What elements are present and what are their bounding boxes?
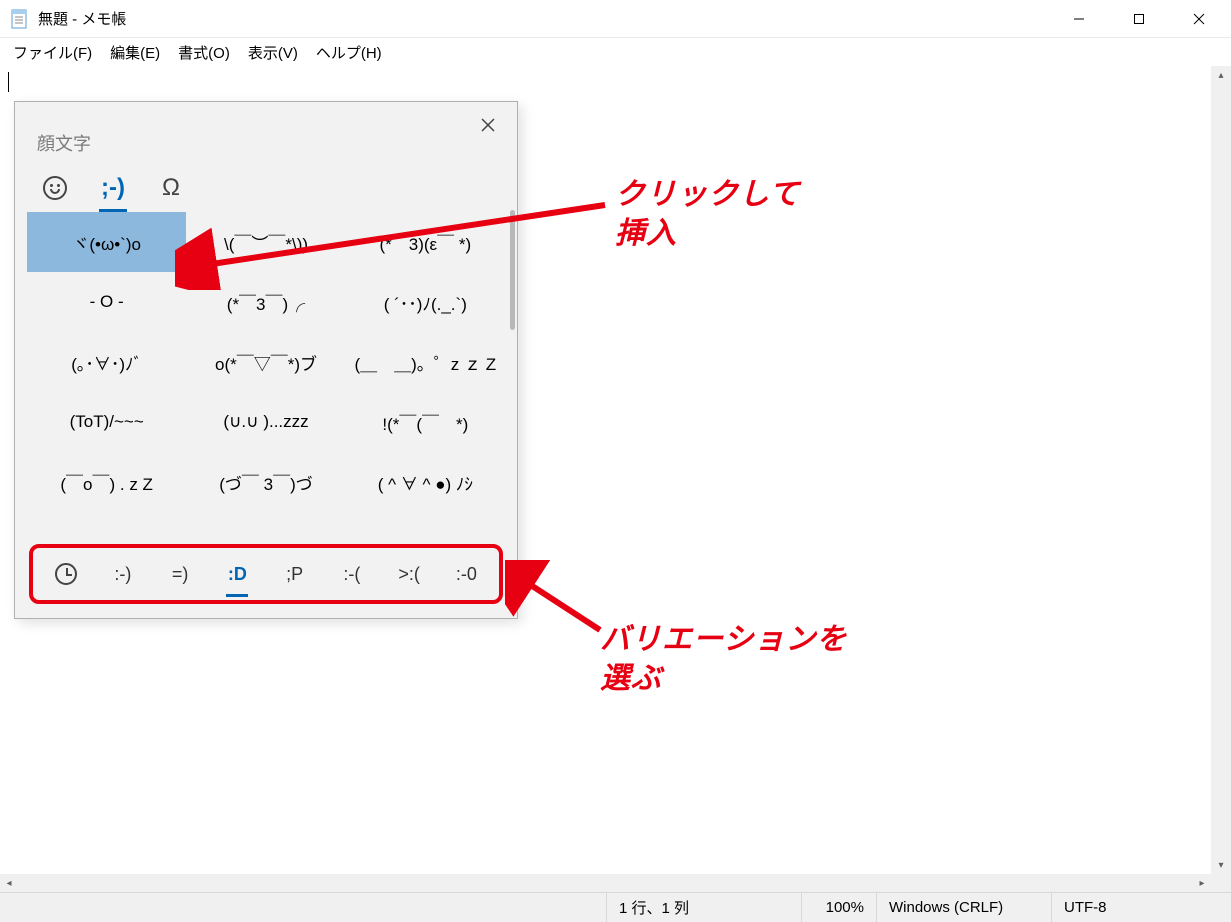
variation-item[interactable]: ;P [268,548,321,600]
kaomoji-item[interactable]: ヾ(•ω•`)o [27,212,186,272]
variation-item[interactable]: :-0 [440,548,493,600]
variation-item[interactable]: =) [154,548,207,600]
kaomoji-item[interactable]: (＿ ＿)。゜z ｚ Z [346,332,505,392]
menu-help[interactable]: ヘルプ(H) [307,40,391,65]
kaomoji-item[interactable]: (づ￣ 3￣)づ [186,452,345,512]
variation-item[interactable]: :-( [325,548,378,600]
notepad-app-icon [10,9,30,29]
window-titlebar: 無題 - メモ帳 [0,0,1231,38]
window-minimize-button[interactable] [1049,0,1109,38]
menu-bar: ファイル(F) 編集(E) 書式(O) 表示(V) ヘルプ(H) [0,38,1231,66]
kaomoji-item[interactable]: ( ´･･)ﾉ(._.`) [346,272,505,332]
menu-view[interactable]: 表示(V) [239,40,307,65]
window-maximize-button[interactable] [1109,0,1169,38]
kaomoji-item[interactable]: (*￣3￣)╭ [186,272,345,332]
kaomoji-item[interactable]: (｡･∀･)ﾉﾞ [27,332,186,392]
menu-file[interactable]: ファイル(F) [4,40,101,65]
scroll-right-icon[interactable]: ▸ [1193,874,1211,892]
panel-scrollbar[interactable] [510,210,515,330]
status-zoom: 100% [801,893,876,922]
horizontal-scrollbar[interactable]: ◂ ▸ [0,874,1211,892]
emoji-picker-panel: 顔文字 ;-) Ω ヾ(•ω•`)o \(￣︶￣*\)) (*￣3)(ε￣ *)… [14,101,518,619]
kaomoji-item[interactable]: (*￣3)(ε￣ *) [346,212,505,272]
vertical-scrollbar[interactable]: ▴ ▾ [1211,66,1231,874]
annotation-click-insert: クリックして 挿入 [615,175,800,253]
kaomoji-item[interactable]: (ToT)/~~~ [27,392,186,452]
kaomoji-tab-label: ;-) [101,174,125,202]
variation-item[interactable]: :-) [96,548,149,600]
variation-bar: :-) =) :D ;P :-( >:( :-0 [29,544,503,604]
annotation-choose-variation: バリエーションを 選ぶ [600,620,847,698]
kaomoji-item[interactable]: !(*￣(￣ *) [346,392,505,452]
kaomoji-item[interactable]: (∪.∪ )...zzz [186,392,345,452]
resize-grip[interactable] [1211,893,1231,922]
tab-kaomoji[interactable]: ;-) [95,174,131,202]
scroll-corner [1211,874,1231,892]
smiley-icon [43,176,67,200]
text-caret [8,72,9,92]
kaomoji-item[interactable]: (￣o￣) . z Z [27,452,186,512]
tab-emoji[interactable] [37,176,73,200]
clock-icon [55,563,77,585]
kaomoji-item[interactable]: ( ^ ∀ ^ ●) ﾉｼ [346,452,505,512]
scroll-down-icon[interactable]: ▾ [1211,856,1231,874]
kaomoji-item[interactable]: - O - [27,272,186,332]
panel-category-tabs: ;-) Ω [15,158,517,210]
scroll-up-icon[interactable]: ▴ [1211,66,1231,84]
kaomoji-item[interactable]: \(￣︶￣*\)) [186,212,345,272]
symbols-tab-label: Ω [162,174,180,202]
window-close-button[interactable] [1169,0,1229,38]
window-title: 無題 - メモ帳 [38,8,1049,29]
kaomoji-item[interactable]: o(*￣▽￣*)ブ [186,332,345,392]
status-cursor-position: 1 行、1 列 [606,893,801,922]
tab-symbols[interactable]: Ω [153,174,189,202]
variation-recent[interactable] [39,548,92,600]
menu-format[interactable]: 書式(O) [169,40,239,65]
status-line-ending: Windows (CRLF) [876,893,1051,922]
kaomoji-grid: ヾ(•ω•`)o \(￣︶￣*\)) (*￣3)(ε￣ *) - O - (*￣… [15,210,517,512]
panel-close-button[interactable] [473,110,503,140]
scroll-left-icon[interactable]: ◂ [0,874,18,892]
variation-item[interactable]: :D [211,548,264,600]
status-bar: 1 行、1 列 100% Windows (CRLF) UTF-8 [0,892,1231,922]
panel-title: 顔文字 [37,130,499,156]
status-encoding: UTF-8 [1051,893,1211,922]
menu-edit[interactable]: 編集(E) [101,40,169,65]
variation-item[interactable]: >:( [383,548,436,600]
